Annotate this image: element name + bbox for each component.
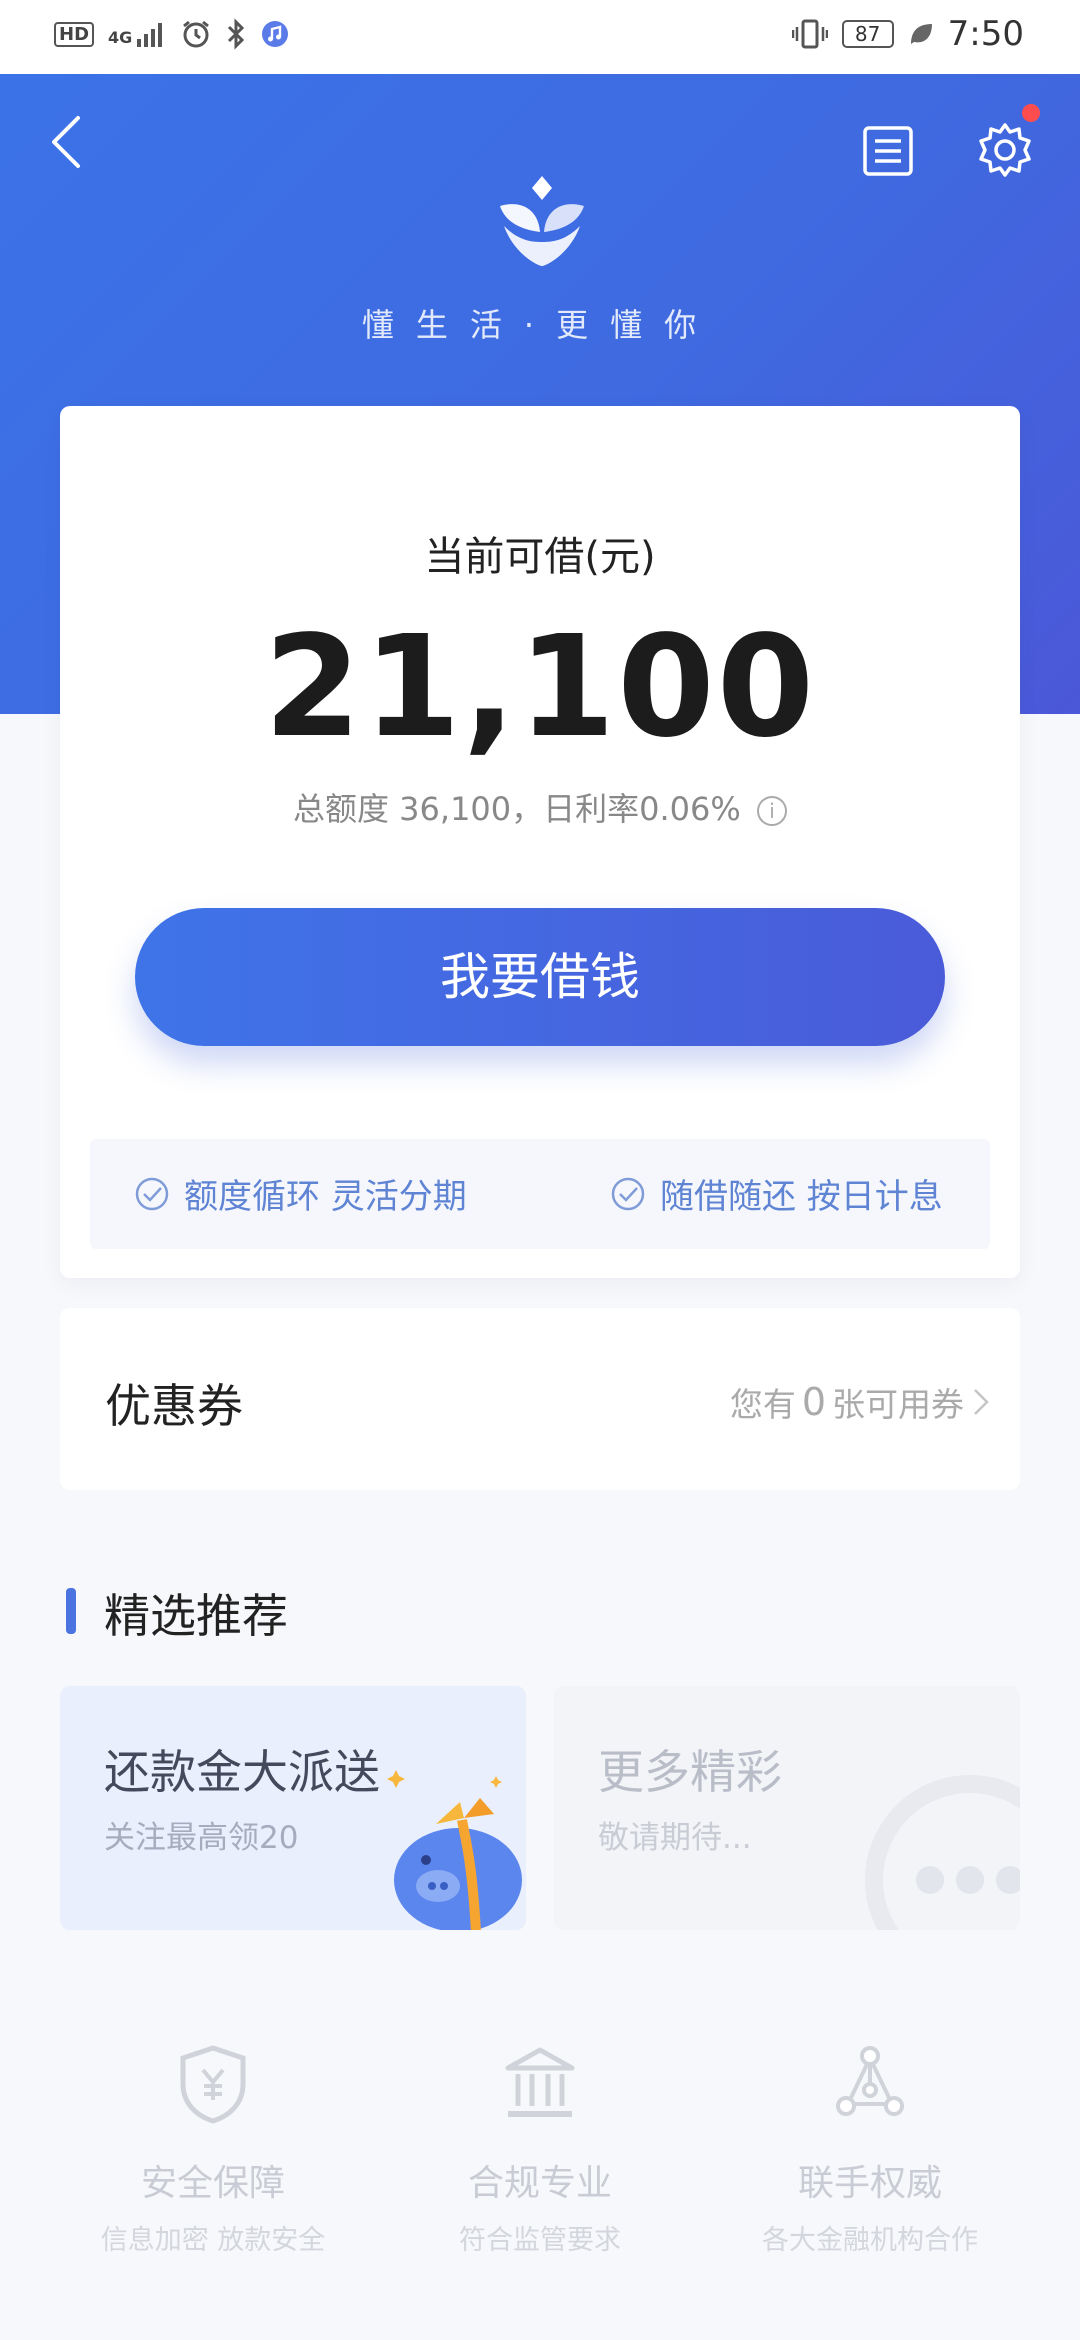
feature-label: 随借随还 按日计息 <box>660 1177 943 1217</box>
tile-subtitle: 关注最高领20 <box>104 1820 299 1856</box>
notification-dot <box>1022 104 1040 122</box>
check-circle-icon <box>611 1177 645 1210</box>
credit-summary-text: 总额度 36,100，日利率0.06% <box>293 790 741 828</box>
tile-title: 更多精彩 <box>598 1745 782 1799</box>
credit-summary: 总额度 36,100，日利率0.06% i <box>60 784 1020 830</box>
leaf-icon <box>910 24 932 44</box>
shield-yuan-icon <box>180 2045 246 2124</box>
feature-label: 额度循环 灵活分期 <box>184 1177 467 1217</box>
coupon-prefix: 您有 <box>729 1385 796 1424</box>
section-title: 精选推荐 <box>104 1589 288 1643</box>
trust-subtitle: 符合监管要求 <box>459 2225 621 2256</box>
trust-badge-partners: 联手权威 各大金融机构合作 <box>705 2044 1035 2257</box>
battery-indicator: 87 <box>841 20 894 48</box>
available-label: 当前可借(元) <box>424 534 656 580</box>
coupon-title: 优惠券 <box>105 1379 243 1433</box>
trust-badge-compliance: 合规专业 符合监管要求 <box>375 2044 705 2257</box>
alarm-icon <box>183 20 210 48</box>
available-amount: 21,100 <box>263 606 817 769</box>
trust-subtitle: 信息加密 放款安全 <box>100 2225 326 2256</box>
music-icon <box>262 21 289 47</box>
network-icon <box>836 2046 904 2116</box>
promo-tile-more[interactable]: 更多精彩 敬请期待... <box>554 1686 1020 1930</box>
info-icon[interactable]: i <box>756 796 787 826</box>
bank-icon <box>505 2047 575 2117</box>
coupon-summary[interactable]: 您有 0 张可用券 <box>730 1378 992 1426</box>
check-circle-icon <box>135 1177 169 1210</box>
trust-title: 安全保障 <box>140 2163 285 2204</box>
loan-card: 当前可借(元) 21,100 总额度 36,100，日利率0.06% i 我要借… <box>60 406 1020 1278</box>
vibrate-icon <box>791 19 828 49</box>
trust-badge-security: 安全保障 信息加密 放款安全 <box>48 2044 378 2257</box>
trust-title: 合规专业 <box>467 2163 612 2204</box>
piggy-bank-icon <box>387 1770 522 1930</box>
slogan: 懂生活·更懂你 <box>361 306 719 344</box>
section-accent-bar <box>66 1588 76 1634</box>
coupon-count: 0 <box>801 1380 826 1424</box>
brand-logo-icon <box>500 176 584 266</box>
chevron-right-icon <box>974 1389 989 1415</box>
bluetooth-icon <box>228 18 245 50</box>
feature-item: 随借随还 按日计息 <box>610 1169 943 1218</box>
status-left-icons: HD 4G <box>54 18 289 50</box>
coupon-row[interactable]: 优惠券 您有 0 张可用券 <box>60 1308 1020 1490</box>
feature-strip: 额度循环 灵活分期 随借随还 按日计息 <box>90 1139 990 1249</box>
promo-tile-repayment[interactable]: 还款金大派送 关注最高领20 <box>60 1686 526 1930</box>
trust-subtitle: 各大金融机构合作 <box>762 2225 978 2256</box>
bill-list-icon[interactable] <box>862 125 914 177</box>
trust-title: 联手权威 <box>797 2163 942 2204</box>
status-right: 87 7:50 <box>791 14 1024 54</box>
status-bar: HD 4G 87 7:50 <box>0 0 1080 74</box>
hd-icon: HD <box>54 21 95 47</box>
more-dots-icon <box>865 1775 1020 1930</box>
clock: 7:50 <box>947 14 1024 54</box>
feature-item: 额度循环 灵活分期 <box>134 1169 467 1218</box>
tile-subtitle: 敬请期待... <box>598 1820 752 1856</box>
borrow-button[interactable]: 我要借钱 <box>135 908 945 1046</box>
back-icon[interactable] <box>40 110 100 170</box>
tile-title: 还款金大派送 <box>104 1745 380 1799</box>
signal-4g-icon: 4G <box>108 21 167 47</box>
gear-icon[interactable] <box>975 120 1035 180</box>
coupon-suffix: 张可用券 <box>832 1385 964 1424</box>
